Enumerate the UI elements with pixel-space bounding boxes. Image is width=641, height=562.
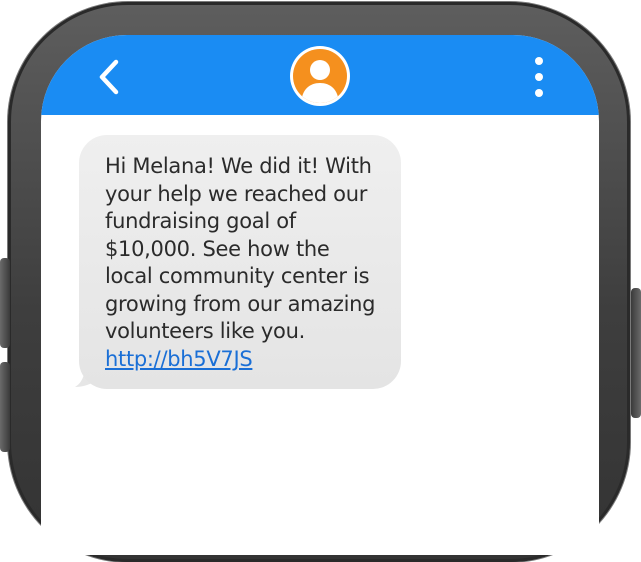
volume-up-button [0,258,10,348]
user-silhouette-icon [301,60,339,103]
avatar-circle [293,49,347,103]
message-text: Hi Melana! We did it! With your help we … [105,153,390,373]
message-line: volunteers like you. [105,319,305,343]
contact-avatar[interactable] [290,46,350,106]
message-link[interactable]: http://bh5V7JS [105,346,253,374]
incoming-message-bubble[interactable]: Hi Melana! We did it! With your help we … [79,135,401,389]
message-line: your help we reached our [105,181,368,206]
back-button[interactable] [93,57,127,97]
menu-dot [535,73,543,81]
message-line: fundraising goal of [105,209,296,233]
more-options-button[interactable] [529,55,549,99]
message-line: $10,000. See how the [105,236,330,261]
conversation-header [41,35,599,115]
message-line: Hi Melana! We did it! With [105,154,372,178]
vertical-dots-icon [535,57,543,65]
volume-down-button [0,362,10,452]
menu-dot [535,89,543,97]
message-line: growing from our amazing [105,291,376,316]
power-button [631,288,641,418]
message-line: local community center is [105,264,370,288]
chevron-left-icon [99,59,119,95]
phone-screen: Hi Melana! We did it! With your help we … [41,35,599,555]
